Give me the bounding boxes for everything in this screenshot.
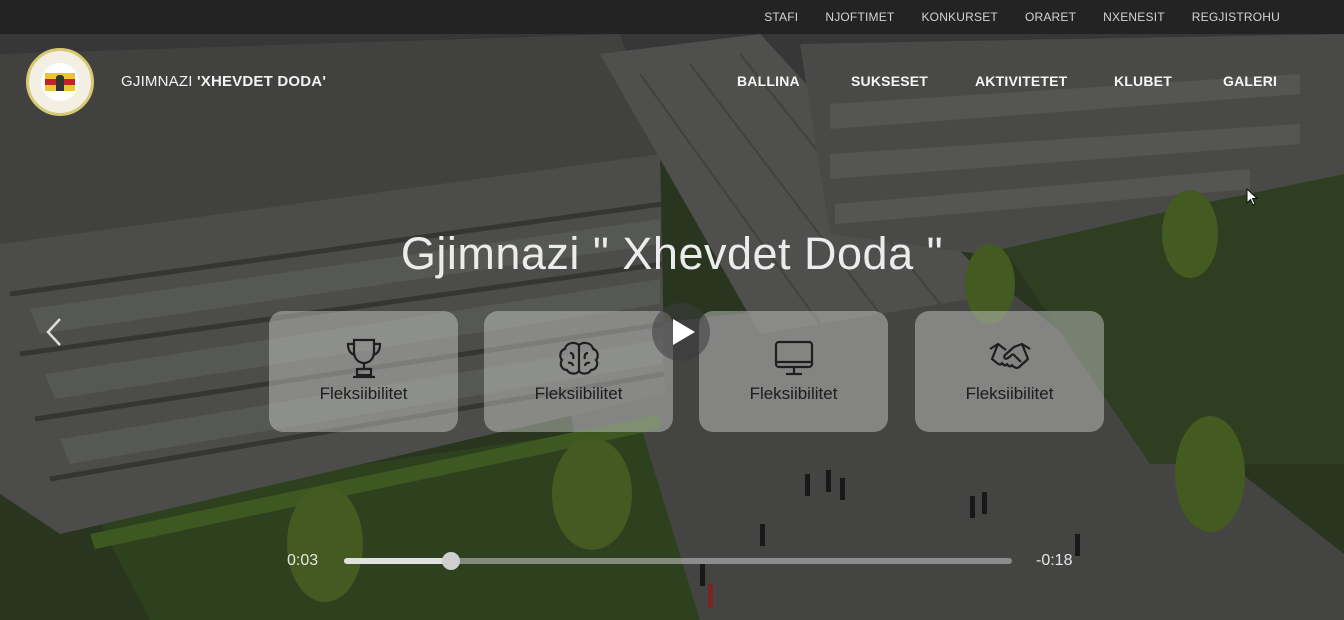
card-label: Fleksiibilitet xyxy=(749,384,838,403)
topbar-link-oraret[interactable]: ORARET xyxy=(1025,10,1076,24)
remaining-time: -0:18 xyxy=(1036,552,1073,569)
mouse-cursor-icon xyxy=(1246,188,1259,206)
topbar-link-njoftimet[interactable]: NJOFTIMET xyxy=(825,10,894,24)
chevron-left-icon xyxy=(46,318,61,346)
feature-card[interactable]: Fleksiibilitet xyxy=(699,311,888,432)
topbar-link-regjistrohu[interactable]: REGJISTROHU xyxy=(1192,10,1280,24)
monitor-icon xyxy=(774,340,813,376)
progress-scrubber-handle[interactable] xyxy=(441,552,460,570)
card-label: Fleksiibilitet xyxy=(319,384,408,403)
prev-slide-button[interactable] xyxy=(40,314,70,350)
brain-icon xyxy=(558,341,599,375)
topbar-link-konkurset[interactable]: KONKURSET xyxy=(921,10,997,24)
current-time: 0:03 xyxy=(287,552,319,569)
topbar-link-nxenesit[interactable]: NXENESIT xyxy=(1103,10,1165,24)
feature-card[interactable]: Fleksiibilitet xyxy=(269,311,458,432)
handshake-icon xyxy=(988,342,1031,370)
card-label: Fleksiibilitet xyxy=(534,384,623,403)
nav-item-sukseset[interactable]: SUKSESET xyxy=(851,73,928,89)
feature-card[interactable]: Fleksiibilitet xyxy=(915,311,1104,432)
play-icon xyxy=(673,319,695,345)
nav-item-ballina[interactable]: BALLINA xyxy=(737,73,800,89)
topbar-link-stafi[interactable]: STAFI xyxy=(764,10,798,24)
nav-item-aktivitetet[interactable]: AKTIVITETET xyxy=(975,73,1067,89)
video-progress-bar[interactable] xyxy=(344,552,1012,570)
feature-card[interactable]: Fleksiibilitet xyxy=(484,311,673,432)
play-button[interactable] xyxy=(652,303,710,361)
trophy-icon xyxy=(346,338,381,379)
main-nav: BALLINA SUKSESET AKTIVITETET KLUBET GALE… xyxy=(0,73,1344,91)
nav-item-galeri[interactable]: GALERI xyxy=(1223,73,1277,89)
hero-title: Gjimnazi " Xhevdet Doda " xyxy=(400,228,944,279)
nav-item-klubet[interactable]: KLUBET xyxy=(1114,73,1172,89)
top-utility-bar: STAFI NJOFTIMET KONKURSET ORARET NXENESI… xyxy=(0,0,1344,34)
progress-fill xyxy=(344,558,451,564)
card-label: Fleksiibilitet xyxy=(965,384,1054,403)
